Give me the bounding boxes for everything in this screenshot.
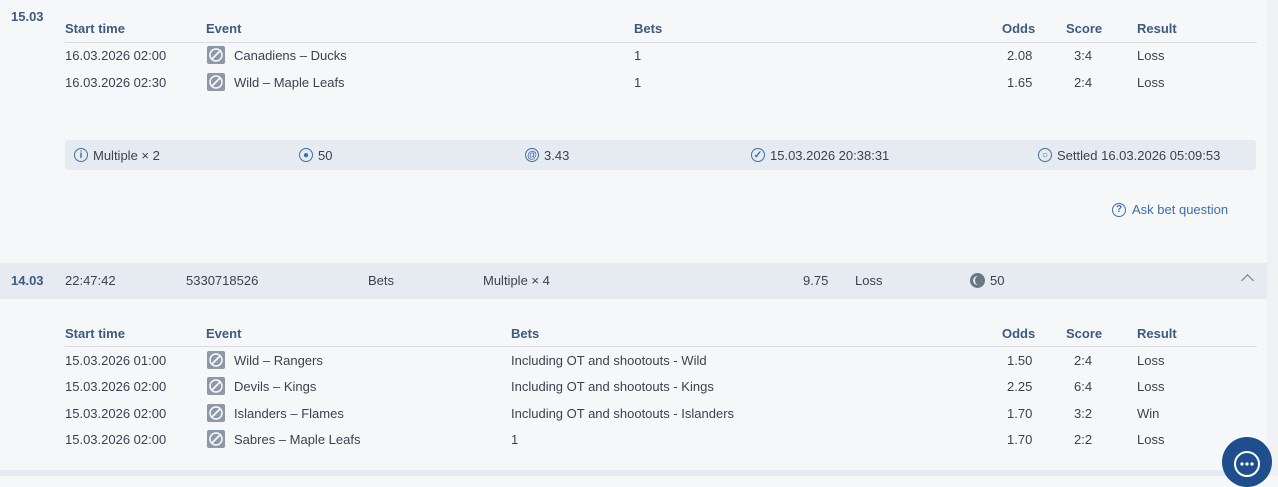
chat-button[interactable] <box>1222 437 1272 487</box>
score: 2:4 <box>1074 75 1093 90</box>
bet-selection: Including OT and shootouts - Wild <box>511 353 707 368</box>
stake-value: 50 <box>990 273 1005 288</box>
bet-result: Loss <box>855 273 883 288</box>
hockey-puck-icon <box>207 404 225 422</box>
summary-odds: @ 3.43 <box>525 140 569 170</box>
bet-selection: 1 <box>634 48 642 63</box>
ask-label: Ask bet question <box>1132 202 1229 217</box>
score: 6:4 <box>1074 379 1093 394</box>
header-bets: Bets <box>634 21 663 36</box>
bet-summary-bar: i Multiple × 2 ● 50 @ 3.43 ✓ 15.03.2026 … <box>65 140 1256 170</box>
header-event: Event <box>206 21 242 36</box>
bet-odds: 9.75 <box>803 273 829 288</box>
header-divider <box>65 346 1257 347</box>
start-time: 15.03.2026 02:00 <box>65 432 167 447</box>
summary-placed: ✓ 15.03.2026 20:38:31 <box>751 140 889 170</box>
header-start-time: Start time <box>65 326 125 341</box>
bet-id: 5330718526 <box>186 273 259 288</box>
placed-time: 15.03.2026 20:38:31 <box>770 147 890 163</box>
info-icon: i <box>74 148 88 162</box>
chat-icon <box>1234 451 1260 477</box>
bet-selection: 1 <box>511 432 519 447</box>
score: 3:2 <box>1074 406 1093 421</box>
section-footer <box>0 470 1267 476</box>
start-time: 15.03.2026 02:00 <box>65 406 167 421</box>
start-time: 16.03.2026 02:00 <box>65 48 167 63</box>
bet-selection: Including OT and shootouts - Islanders <box>511 406 735 421</box>
event-name[interactable]: Canadiens – Ducks <box>234 48 347 63</box>
odds: 2.08 <box>1007 48 1033 63</box>
odds: 1.70 <box>1007 406 1033 421</box>
result: Loss <box>1137 432 1165 447</box>
header-score: Score <box>1066 326 1103 341</box>
score: 3:4 <box>1074 48 1093 63</box>
summary-stake: ● 50 <box>299 140 332 170</box>
bet-selection: Including OT and shootouts - Kings <box>511 379 714 394</box>
summary-settled: ○ Settled 16.03.2026 05:09:53 <box>1038 140 1220 170</box>
result: Loss <box>1137 379 1165 394</box>
header-divider <box>65 42 1257 43</box>
header-odds: Odds <box>1002 21 1036 36</box>
result: Win <box>1137 406 1160 421</box>
bet-row-collapsible[interactable]: 14.03 22:47:42 5330718526 Bets Multiple … <box>0 263 1267 299</box>
result: Loss <box>1137 353 1165 368</box>
stake-value: 50 <box>318 147 333 163</box>
question-icon: ? <box>1112 202 1126 217</box>
summary-type: i Multiple × 2 <box>74 140 160 170</box>
scrollbar-track[interactable] <box>1267 0 1278 476</box>
bet-date: 14.03 <box>11 273 44 288</box>
chevron-up-icon[interactable] <box>1241 274 1254 287</box>
event-name[interactable]: Devils – Kings <box>234 379 316 394</box>
odds: 1.50 <box>1007 353 1033 368</box>
hockey-puck-icon <box>207 73 225 91</box>
header-start-time: Start time <box>65 21 125 36</box>
bet-type-label: Multiple × 2 <box>93 147 160 163</box>
total-odds: 3.43 <box>544 147 570 163</box>
settled-time: Settled 16.03.2026 05:09:53 <box>1057 147 1221 163</box>
score: 2:2 <box>1074 432 1093 447</box>
score: 2:4 <box>1074 353 1093 368</box>
hockey-puck-icon <box>207 46 225 64</box>
bet-stake: 50 <box>970 273 1004 288</box>
bet-kind: Bets <box>368 273 395 288</box>
start-time: 16.03.2026 02:30 <box>65 75 167 90</box>
result: Loss <box>1137 75 1165 90</box>
coins-icon: ● <box>299 148 313 162</box>
start-time: 15.03.2026 01:00 <box>65 353 167 368</box>
header-score: Score <box>1066 21 1103 36</box>
start-time: 15.03.2026 02:00 <box>65 379 167 394</box>
odds: 1.70 <box>1007 432 1033 447</box>
event-name[interactable]: Wild – Maple Leafs <box>234 75 345 90</box>
event-name[interactable]: Wild – Rangers <box>234 353 323 368</box>
hockey-puck-icon <box>207 377 225 395</box>
header-bets: Bets <box>511 326 540 341</box>
odds: 1.65 <box>1007 75 1033 90</box>
coins-icon <box>970 273 985 288</box>
ask-bet-question-link[interactable]: ? Ask bet question <box>1112 202 1228 217</box>
settled-icon: ○ <box>1038 148 1052 162</box>
odds: 2.25 <box>1007 379 1033 394</box>
event-name[interactable]: Islanders – Flames <box>234 406 344 421</box>
group-date: 15.03 <box>11 9 44 24</box>
clock-icon: ✓ <box>751 148 765 162</box>
hockey-puck-icon <box>207 430 225 448</box>
bet-time: 22:47:42 <box>65 273 116 288</box>
header-result: Result <box>1137 326 1177 341</box>
result: Loss <box>1137 48 1165 63</box>
hockey-puck-icon <box>207 351 225 369</box>
bet-selection: 1 <box>634 75 642 90</box>
bet-type: Multiple × 4 <box>483 273 550 288</box>
at-icon: @ <box>525 148 539 162</box>
header-event: Event <box>206 326 242 341</box>
header-odds: Odds <box>1002 326 1036 341</box>
header-result: Result <box>1137 21 1177 36</box>
event-name[interactable]: Sabres – Maple Leafs <box>234 432 360 447</box>
